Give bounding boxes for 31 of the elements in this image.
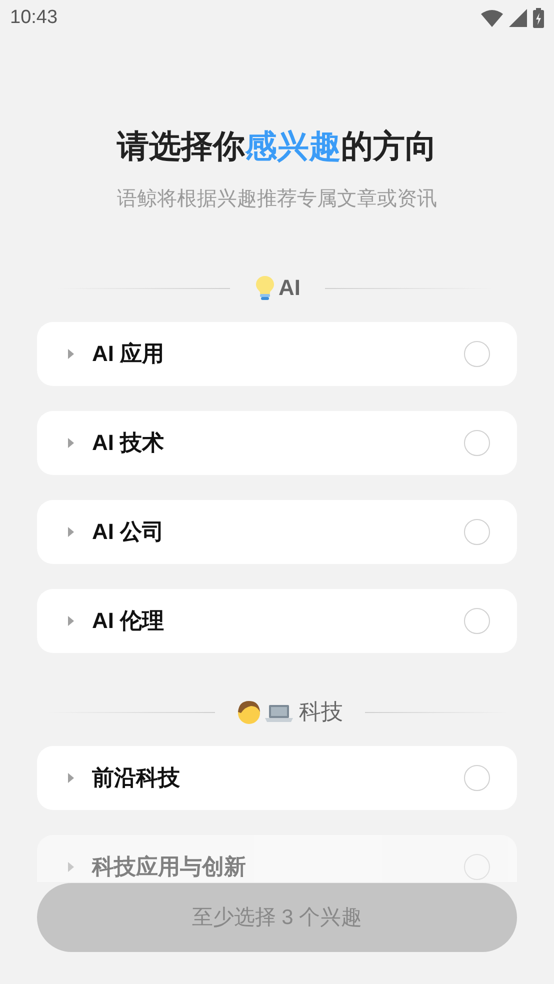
select-radio[interactable] xyxy=(464,341,490,367)
select-radio[interactable] xyxy=(464,519,490,545)
battery-icon xyxy=(533,8,544,28)
expand-caret-icon[interactable] xyxy=(67,348,75,360)
signal-icon xyxy=(509,9,527,27)
wifi-icon xyxy=(481,9,503,27)
interest-label: AI 公司 xyxy=(92,518,166,546)
section-heading: 科技 xyxy=(299,698,343,726)
interest-card[interactable]: AI 伦理 xyxy=(37,589,517,653)
page-title: 请选择你感兴趣的方向 xyxy=(116,127,438,166)
select-radio[interactable] xyxy=(464,765,490,791)
select-radio[interactable] xyxy=(464,430,490,456)
interest-card[interactable]: 前沿科技 xyxy=(37,746,517,810)
expand-caret-icon[interactable] xyxy=(67,615,75,627)
expand-caret-icon[interactable] xyxy=(67,526,75,538)
expand-caret-icon[interactable] xyxy=(67,437,75,449)
interest-label: AI 伦理 xyxy=(92,607,166,635)
select-radio[interactable] xyxy=(464,608,490,634)
interest-label: AI 应用 xyxy=(92,340,166,368)
expand-caret-icon[interactable] xyxy=(67,772,75,784)
interest-card[interactable]: AI 技术 xyxy=(37,411,517,475)
lightbulb-icon xyxy=(254,275,274,301)
status-time: 10:43 xyxy=(10,6,58,30)
subtitle: 语鲸将根据兴趣推荐专属文章或资讯 xyxy=(116,187,438,212)
interest-label: AI 技术 xyxy=(92,429,166,457)
interest-card[interactable]: AI 公司 xyxy=(37,500,517,564)
person-with-laptop-icon xyxy=(237,699,295,725)
interest-label: 科技应用与创新 xyxy=(92,853,247,881)
interest-card[interactable]: AI 应用 xyxy=(37,322,517,386)
section-heading: AI xyxy=(278,274,300,302)
interest-label: 前沿科技 xyxy=(92,764,181,792)
